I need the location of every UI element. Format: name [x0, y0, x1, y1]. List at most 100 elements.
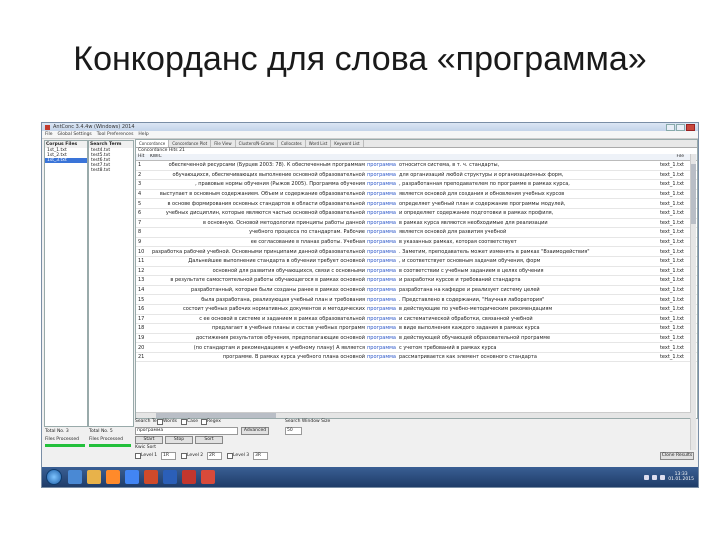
title-bar[interactable]: AntConc 3.4.4w (Windows) 2014: [42, 123, 698, 131]
hits-label: Concordance Hits: [138, 148, 178, 153]
menu-file[interactable]: File: [45, 132, 53, 137]
hit-number: 11: [138, 258, 145, 265]
keyword-cell: программа: [367, 277, 396, 284]
file-cell: text_1.txt: [659, 334, 684, 341]
left-context: (по стандартам и рекомендациям к учебном…: [193, 344, 365, 351]
term-file-item[interactable]: test8.txt: [89, 168, 133, 173]
hit-number: 9: [138, 239, 142, 246]
clock[interactable]: 13:33 01.01.2015: [668, 472, 694, 482]
table-row[interactable]: 2 обучающихся, обеспечивающих выполнение …: [136, 171, 697, 181]
table-row[interactable]: 6 учебных дисциплин, которые являются час…: [136, 209, 697, 219]
window-title: AntConc 3.4.4w (Windows) 2014: [53, 124, 135, 130]
keyword-cell: программа: [367, 210, 396, 217]
file-cell: text_1.txt: [659, 315, 684, 322]
table-row[interactable]: 8 учебного процесса по стандартам. Рабочи…: [136, 228, 697, 238]
level3-select[interactable]: 3R: [253, 452, 268, 460]
table-row[interactable]: 12 основной для развития обучающихся, свя…: [136, 267, 697, 277]
search-input[interactable]: программа: [135, 427, 238, 435]
start-button[interactable]: Start: [135, 436, 163, 444]
tab-word-list[interactable]: Word List: [306, 140, 332, 147]
left-context: Дальнейшее выполнение стандарта в обучен…: [188, 258, 365, 265]
file-cell: text_1.txt: [659, 277, 684, 284]
level1-select[interactable]: 1R: [161, 452, 176, 460]
maximize-button[interactable]: [676, 123, 685, 131]
col-file[interactable]: File: [654, 154, 684, 160]
table-row[interactable]: 10 разработка рабочей учебной. Основными …: [136, 247, 697, 257]
menu-tool-preferences[interactable]: Tool Preferences: [97, 132, 134, 137]
sort-button[interactable]: Sort: [195, 436, 223, 444]
window-size-input[interactable]: 50: [285, 427, 302, 435]
clock-date: 01.01.2015: [668, 477, 694, 482]
chrome-icon[interactable]: [125, 470, 139, 484]
file-cell: text_1.txt: [659, 200, 684, 207]
vertical-scrollbar[interactable]: [690, 154, 696, 450]
tab-file-view[interactable]: File View: [211, 140, 236, 147]
file-cell: text_1.txt: [659, 248, 684, 255]
terms-processed-label: Files Processed: [89, 437, 124, 442]
scrollbar-thumb[interactable]: [691, 164, 696, 224]
hit-number: 3: [138, 181, 142, 188]
corpus-files-panel: Corpus Files 1st_1.txt 1st_2.txt 1st_3.t…: [44, 140, 88, 427]
office-icon[interactable]: [144, 470, 158, 484]
language-icon[interactable]: [644, 474, 650, 480]
menu-help[interactable]: Help: [138, 132, 148, 137]
table-row[interactable]: 18 предлагает в учебные планы и состав уч…: [136, 324, 697, 334]
table-row[interactable]: 13 в результате самостоятельной работы об…: [136, 276, 697, 286]
tab-collocates[interactable]: Collocates: [278, 140, 306, 147]
level2-select[interactable]: 2R: [207, 452, 222, 460]
file-cell: text_1.txt: [659, 267, 684, 274]
clone-results-button[interactable]: Clone Results: [660, 452, 694, 460]
antconc-icon[interactable]: [182, 470, 196, 484]
left-context: предлагает в учебные планы и состав учеб…: [212, 325, 365, 332]
terms-total-value: 5: [109, 429, 113, 434]
start-button-icon[interactable]: [46, 469, 62, 485]
hit-number: 1: [138, 162, 142, 169]
table-row[interactable]: 3 , правовые нормы обучения (Рыжов 2005).…: [136, 180, 697, 190]
hits-value: 21: [179, 148, 185, 153]
right-context: в указанных рамках, которая соответствуе…: [399, 239, 517, 246]
table-row[interactable]: 19 достижения результатов обучения, предп…: [136, 334, 697, 344]
table-row[interactable]: 14 разработанный, которые были созданы ра…: [136, 286, 697, 296]
file-cell: text_1.txt: [659, 296, 684, 303]
col-kwic[interactable]: KWIC: [150, 154, 365, 160]
hit-number: 2: [138, 171, 142, 178]
volume-icon[interactable]: [660, 474, 666, 480]
table-row[interactable]: 5 в основе формирования основных стандарт…: [136, 199, 697, 209]
keyword-cell: программа: [367, 344, 396, 351]
tab-concordance-plot[interactable]: Concordance Plot: [169, 140, 212, 147]
left-context: разработка рабочей учебной. Основными пр…: [151, 248, 365, 255]
keyword-cell: программа: [367, 171, 396, 178]
table-row[interactable]: 20 (по стандартам и рекомендациям к учебн…: [136, 343, 697, 353]
corpus-file-item-selected[interactable]: 1st_3.txt: [45, 158, 87, 163]
ie-icon[interactable]: [68, 470, 82, 484]
file-cell: text_1.txt: [659, 239, 684, 246]
tab-clusters[interactable]: Clusters/N-Grams: [236, 140, 279, 147]
table-row[interactable]: 7 в основную. Основой методологии принцип…: [136, 219, 697, 229]
table-row[interactable]: 4 выступает в основным содержанием. Объем…: [136, 190, 697, 200]
table-row[interactable]: 15 была разработана, реализующая учебный …: [136, 295, 697, 305]
advanced-button[interactable]: Advanced: [241, 427, 269, 435]
hit-number: 10: [138, 248, 145, 255]
tab-keyword-list[interactable]: Keyword List: [331, 140, 364, 147]
menu-global-settings[interactable]: Global Settings: [58, 132, 92, 137]
table-row[interactable]: 21 программе. В рамках курса учебного пла…: [136, 353, 697, 363]
folder-icon[interactable]: [87, 470, 101, 484]
minimize-button[interactable]: [666, 123, 675, 131]
powerpoint-icon[interactable]: [201, 470, 215, 484]
table-row[interactable]: 11 Дальнейшее выполнение стандарта в обуч…: [136, 257, 697, 267]
kwic-sort-label: Kwic Sort: [135, 445, 157, 450]
network-icon[interactable]: [652, 474, 658, 480]
table-row[interactable]: 9 ее согласование в планах работы. Учебна…: [136, 238, 697, 248]
word-icon[interactable]: [163, 470, 177, 484]
table-row[interactable]: 17 с ее основой в системе и заданием в ра…: [136, 315, 697, 325]
keyword-cell: программа: [367, 258, 396, 265]
stop-button[interactable]: Stop: [165, 436, 193, 444]
right-context: является основой для создания и обновлен…: [399, 191, 565, 198]
table-row[interactable]: 16 состоит учебных рабочих нормативных до…: [136, 305, 697, 315]
tab-concordance[interactable]: Concordance: [136, 140, 170, 147]
file-cell: text_1.txt: [659, 191, 684, 198]
col-hit[interactable]: Hit: [136, 154, 150, 160]
close-button[interactable]: [686, 123, 695, 131]
media-player-icon[interactable]: [106, 470, 120, 484]
table-row[interactable]: 1 обеспеченной ресурсами (Бурцев 2003: 78…: [136, 161, 697, 171]
